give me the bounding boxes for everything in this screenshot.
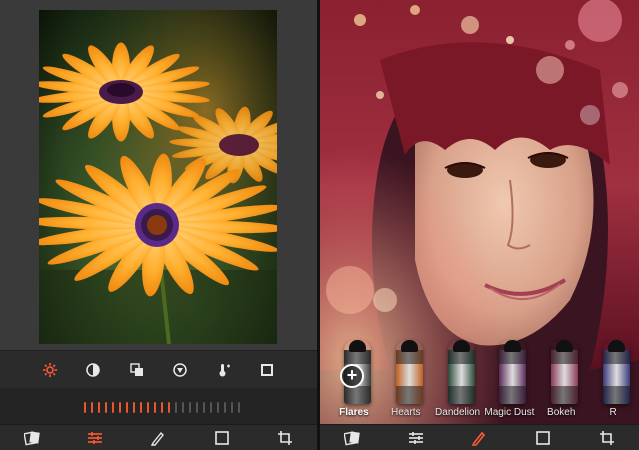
slider-tick: [153, 401, 156, 413]
slider-tick: [181, 401, 184, 413]
adjust-toolbar: [0, 350, 317, 388]
effect-flares[interactable]: + Flares: [328, 334, 380, 424]
right-screen: + Flares Hearts Dandelion Magic Dust Boke…: [320, 0, 639, 450]
spray-can-icon: [447, 340, 475, 404]
slider-tick: [125, 401, 128, 413]
effect-hearts[interactable]: Hearts: [380, 334, 432, 424]
effect-dandelion[interactable]: Dandelion: [432, 334, 484, 424]
effects-tray: + Flares Hearts Dandelion Magic Dust Boke…: [320, 334, 639, 424]
slider-tick: [146, 401, 149, 413]
effect-bokeh[interactable]: Bokeh: [535, 334, 587, 424]
slider-tick: [97, 401, 100, 413]
effect-magic-dust[interactable]: Magic Dust: [483, 334, 535, 424]
overlay-icon[interactable]: [129, 362, 145, 378]
slider-tick: [188, 401, 191, 413]
frame-nav-icon[interactable]: [213, 429, 231, 447]
brush-icon[interactable]: [470, 429, 488, 447]
adjust-sliders-icon[interactable]: [86, 429, 104, 447]
slider-tick: [83, 401, 86, 413]
crop-icon[interactable]: [276, 429, 294, 447]
slider-tick: [237, 401, 240, 413]
slider-tick: [104, 401, 107, 413]
effect-label: R: [609, 407, 617, 418]
slider-tick: [209, 401, 212, 413]
crop-icon[interactable]: [598, 429, 616, 447]
temperature-icon[interactable]: [216, 362, 232, 378]
left-bottom-nav: [0, 424, 317, 450]
frame-nav-icon[interactable]: [534, 429, 552, 447]
slider-tick: [230, 401, 233, 413]
adjust-icon[interactable]: [42, 362, 58, 378]
spray-can-icon: [395, 340, 423, 404]
adjust-slider[interactable]: [0, 388, 317, 426]
slider-tick: [118, 401, 121, 413]
flower-photo: [39, 10, 277, 344]
slider-tick: [132, 401, 135, 413]
vignette-icon[interactable]: [172, 362, 188, 378]
spray-can-icon: [551, 340, 579, 404]
slider-tick: [202, 401, 205, 413]
slider-tick: [139, 401, 142, 413]
adjust-sliders-icon[interactable]: [407, 429, 425, 447]
spray-can-icon: [499, 340, 527, 404]
slider-tick: [90, 401, 93, 413]
slider-tick: [111, 401, 114, 413]
left-screen: [0, 0, 317, 450]
contrast-icon[interactable]: [85, 362, 101, 378]
slider-tick: [223, 401, 226, 413]
spray-can-icon: [603, 340, 631, 404]
add-icon[interactable]: +: [340, 364, 364, 388]
frame-icon[interactable]: [259, 362, 275, 378]
effect-r[interactable]: R: [587, 334, 639, 424]
slider-tick: [195, 401, 198, 413]
slider-tick: [167, 401, 170, 413]
slider-tick: [160, 401, 163, 413]
brush-icon[interactable]: [149, 429, 167, 447]
right-bottom-nav: [320, 424, 639, 450]
slider-tick: [216, 401, 219, 413]
slider-tick: [174, 401, 177, 413]
filters-icon[interactable]: [343, 429, 361, 447]
filters-icon[interactable]: [23, 429, 41, 447]
